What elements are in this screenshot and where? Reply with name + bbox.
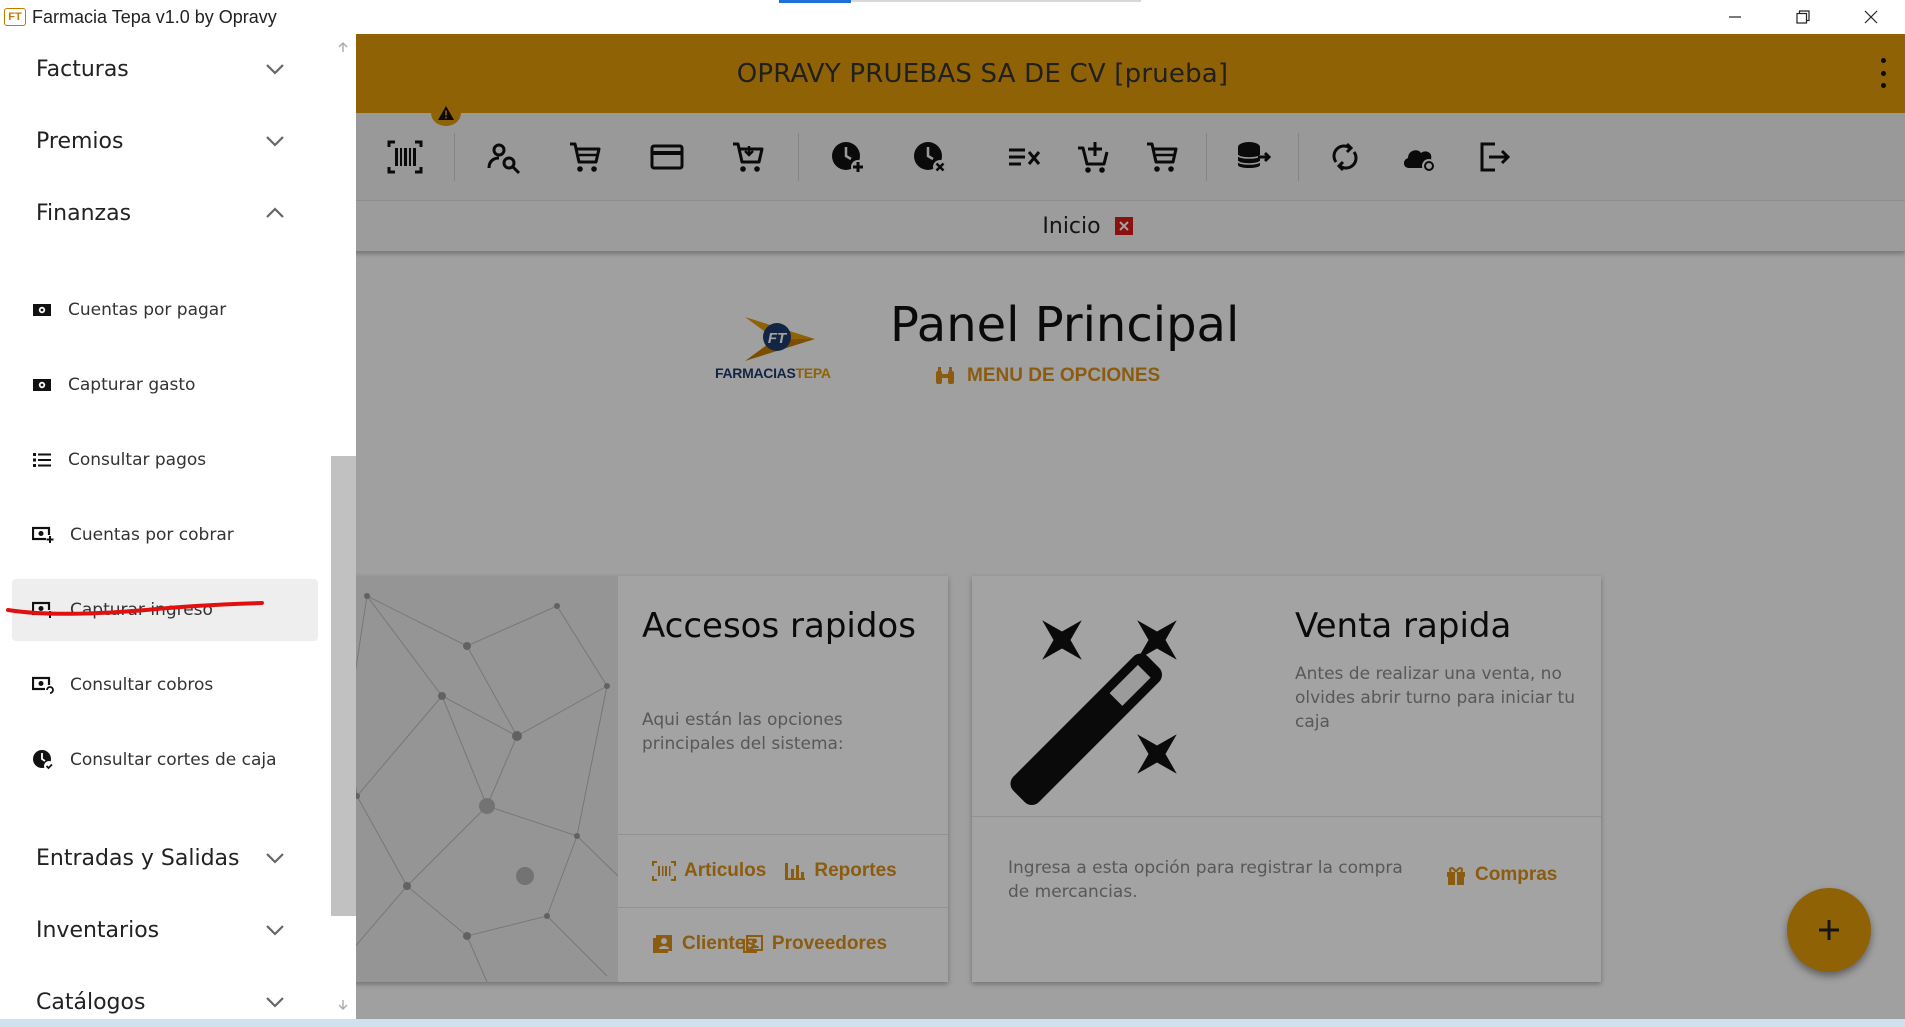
scroll-up-arrow[interactable]: [334, 38, 352, 56]
nav-section-finanzas[interactable]: Finanzas: [0, 183, 310, 243]
focus-indicator-track: [851, 0, 1141, 2]
nav-item-cuentas-por-cobrar[interactable]: Cuentas por cobrar: [12, 504, 318, 566]
cash-icon: [33, 304, 51, 316]
drawer-scrollbar-thumb[interactable]: [331, 456, 356, 916]
chevron-down-icon: [266, 64, 284, 75]
scroll-down-arrow[interactable]: [334, 996, 352, 1014]
nav-item-consultar-pagos[interactable]: Consultar pagos: [12, 429, 318, 491]
cash-icon: [33, 379, 51, 391]
nav-section-entradas-y-salidas[interactable]: Entradas y Salidas: [0, 828, 310, 888]
nav-item-cuentas-por-pagar[interactable]: Cuentas por pagar: [12, 279, 318, 341]
restore-button[interactable]: [1769, 0, 1837, 34]
nav-item-consultar-cortes-de-caja[interactable]: Consultar cortes de caja: [12, 729, 318, 791]
minimize-button[interactable]: [1701, 0, 1769, 34]
taskbar-edge: [0, 1019, 1905, 1027]
nav-item-capturar-gasto[interactable]: Capturar gasto: [12, 354, 318, 416]
arrow-down-icon: [338, 1000, 348, 1010]
red-underline-annotation: [6, 601, 264, 616]
window-title: Farmacia Tepa v1.0 by Opravy: [32, 6, 277, 27]
window-titlebar: FT Farmacia Tepa v1.0 by Opravy: [0, 0, 1905, 34]
app-window: FT Farmacia Tepa v1.0 by Opravy OPRAVY P…: [0, 0, 1905, 1027]
app-logo-icon: FT: [4, 8, 26, 26]
navigation-drawer: Facturas Premios Finanzas Cuentas por pa…: [0, 34, 356, 1019]
nav-section-facturas[interactable]: Facturas: [0, 39, 310, 99]
arrow-up-icon: [338, 42, 348, 52]
close-icon: [1864, 10, 1878, 24]
close-window-button[interactable]: [1837, 0, 1905, 34]
nav-section-premios[interactable]: Premios: [0, 111, 310, 171]
chevron-down-icon: [266, 853, 284, 864]
list-icon: [33, 453, 51, 467]
minimize-icon: [1729, 16, 1741, 18]
nav-section-catalogos[interactable]: Catálogos: [0, 972, 310, 1019]
chevron-down-icon: [266, 136, 284, 147]
chevron-down-icon: [266, 997, 284, 1008]
clock-check-icon: [33, 750, 54, 771]
cash-plus-icon: [32, 526, 54, 544]
window-controls: [1701, 0, 1905, 34]
chevron-down-icon: [266, 925, 284, 936]
cash-refresh-icon: [32, 676, 54, 694]
restore-icon: [1796, 10, 1810, 24]
focus-indicator: [779, 0, 851, 3]
nav-item-consultar-cobros[interactable]: Consultar cobros: [12, 654, 318, 716]
chevron-up-icon: [266, 207, 284, 218]
nav-section-inventarios[interactable]: Inventarios: [0, 900, 310, 960]
